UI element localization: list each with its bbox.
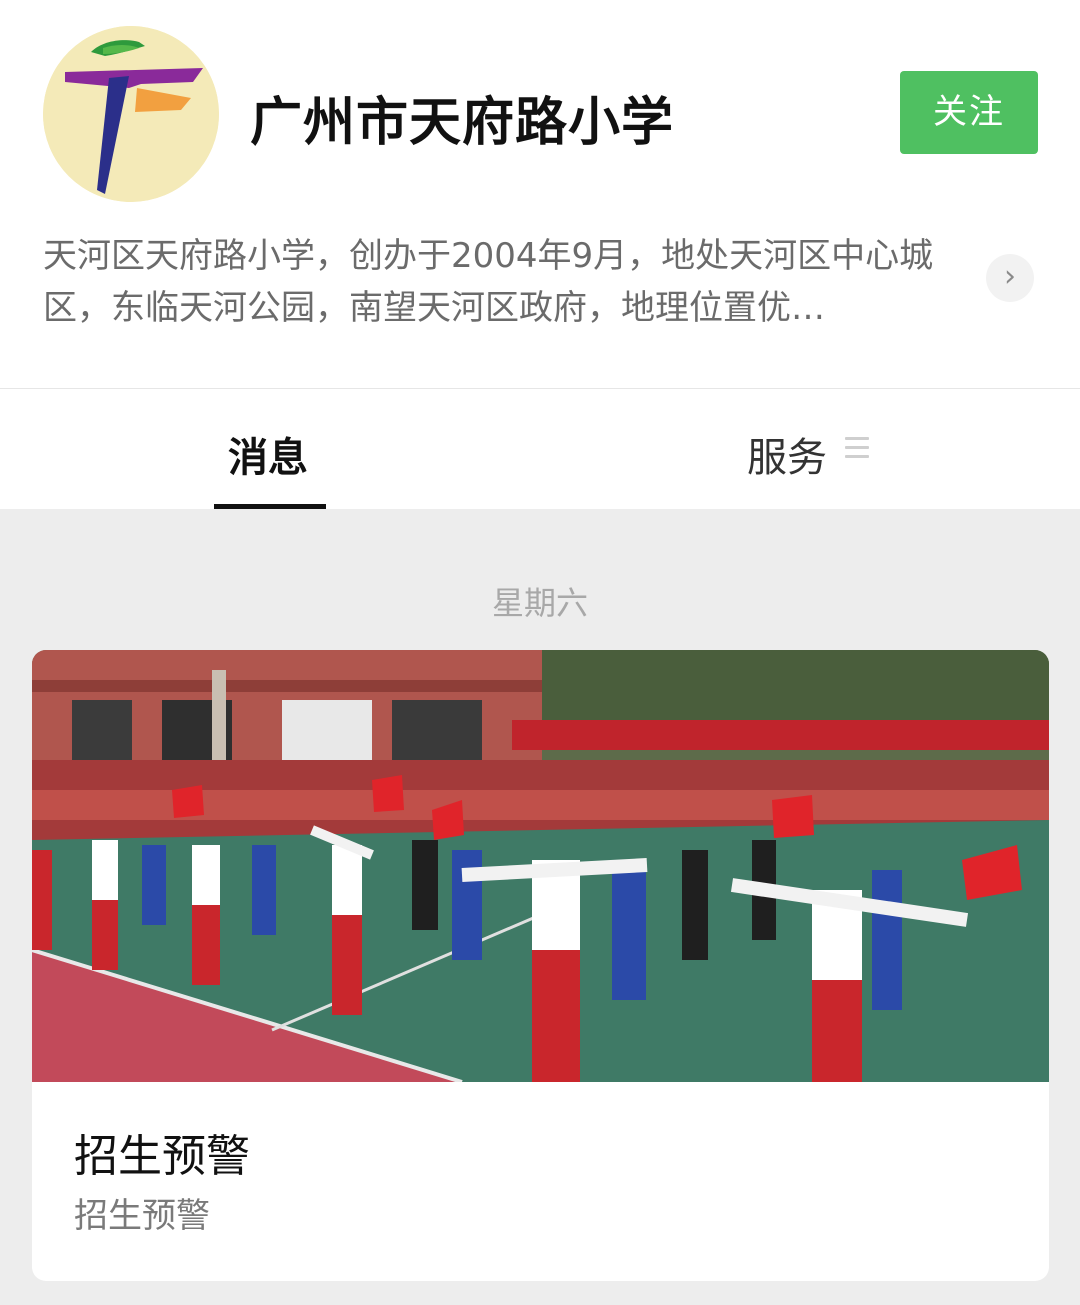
article-summary: 招生预警 <box>74 1196 210 1236</box>
article-card[interactable]: 招生预警 招生预警 <box>32 650 1049 1281</box>
tab-messages[interactable]: 消息 <box>228 425 308 483</box>
sports-event-photo <box>32 650 1049 1082</box>
date-separator: 星期六 <box>491 584 588 622</box>
tab-services[interactable]: 服务 <box>747 425 827 483</box>
account-name: 广州市天府路小学 <box>250 93 675 153</box>
chevron-right-icon[interactable]: › <box>986 254 1034 302</box>
account-header: 广州市天府路小学 关注 天河区天府路小学，创办于2004年9月，地处天河区中心城… <box>0 0 1080 389</box>
school-logo-icon <box>43 26 219 202</box>
article-title[interactable]: 招生预警 <box>74 1120 250 1184</box>
follow-button[interactable]: 关注 <box>900 71 1038 154</box>
tab-bar: 消息 服务 <box>0 389 1080 509</box>
active-tab-indicator <box>214 504 326 509</box>
menu-icon[interactable] <box>845 437 869 459</box>
article-cover-image[interactable] <box>32 650 1049 1082</box>
official-account-page: 广州市天府路小学 关注 天河区天府路小学，创办于2004年9月，地处天河区中心城… <box>0 0 1080 1305</box>
account-description[interactable]: 天河区天府路小学，创办于2004年9月，地处天河区中心城区，东临天河公园，南望天… <box>43 230 978 334</box>
account-avatar[interactable] <box>43 26 219 202</box>
